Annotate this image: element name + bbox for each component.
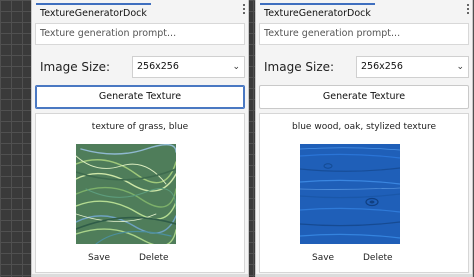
image-size-label: Image Size: — [264, 60, 335, 74]
texture-preview-wood — [300, 144, 400, 244]
delete-button[interactable]: Delete — [363, 253, 393, 263]
generate-texture-button[interactable]: Generate Texture — [259, 85, 469, 109]
chevron-down-icon: ⌄ — [232, 62, 240, 72]
dock-tab-title[interactable]: TextureGeneratorDock — [36, 3, 151, 23]
image-size-select[interactable]: 256x256 ⌄ — [132, 56, 245, 78]
texture-card: blue wood, oak, stylized texture Save De… — [259, 113, 469, 273]
chevron-down-icon: ⌄ — [456, 62, 464, 72]
texture-generator-dock-left: TextureGeneratorDock Texture generation … — [31, 0, 249, 277]
image-size-value: 256x256 — [361, 61, 403, 72]
dock-tab-title[interactable]: TextureGeneratorDock — [260, 3, 375, 23]
dock-tab-bar: TextureGeneratorDock — [32, 0, 248, 23]
image-size-label: Image Size: — [40, 60, 111, 74]
generate-texture-button[interactable]: Generate Texture — [35, 85, 245, 109]
delete-button[interactable]: Delete — [139, 253, 169, 263]
texture-caption: blue wood, oak, stylized texture — [292, 122, 436, 132]
prompt-input[interactable]: Texture generation prompt... — [35, 23, 245, 45]
image-size-select[interactable]: 256x256 ⌄ — [356, 56, 469, 78]
texture-caption: texture of grass, blue — [91, 122, 189, 132]
texture-preview-grass — [76, 144, 176, 244]
texture-card: texture of grass, blue Save Delete — [35, 113, 245, 273]
dock-tab-bar: TextureGeneratorDock — [256, 0, 472, 23]
kebab-menu-icon[interactable] — [466, 4, 470, 16]
save-button[interactable]: Save — [312, 253, 334, 263]
texture-actions: Save Delete — [36, 253, 244, 267]
save-button[interactable]: Save — [88, 253, 110, 263]
kebab-menu-icon[interactable] — [242, 4, 246, 16]
texture-generator-dock-right: TextureGeneratorDock Texture generation … — [255, 0, 473, 277]
image-size-value: 256x256 — [137, 61, 179, 72]
texture-actions: Save Delete — [260, 253, 468, 267]
prompt-input[interactable]: Texture generation prompt... — [259, 23, 469, 45]
